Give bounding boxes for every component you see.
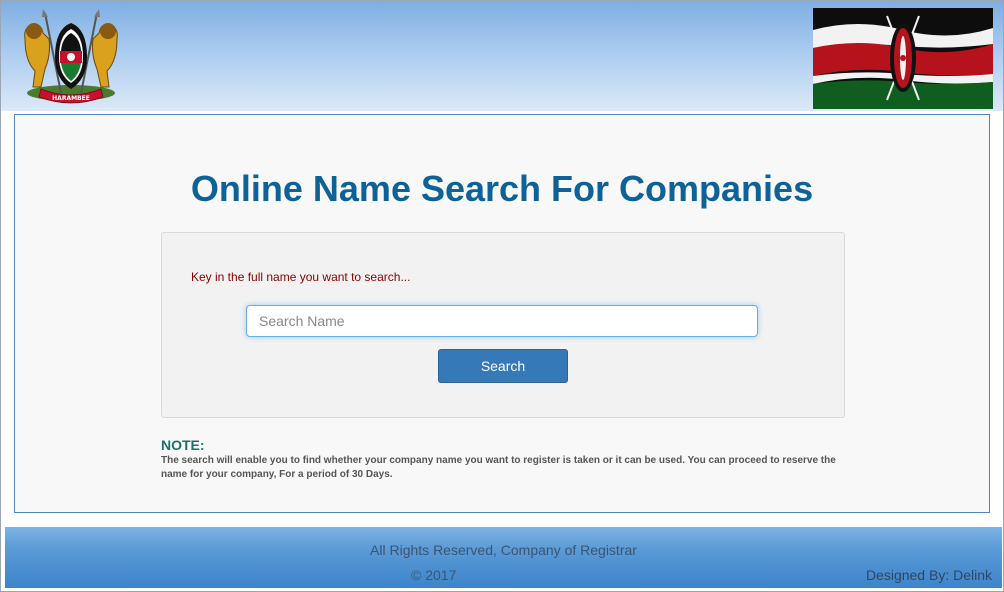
footer: All Rights Reserved, Company of Registra… [5, 527, 1002, 588]
note-heading: NOTE: [161, 437, 205, 453]
search-instruction: Key in the full name you want to search.… [191, 270, 411, 284]
kenya-flag-image [813, 8, 993, 109]
header: HARAMBEE [1, 1, 1003, 111]
footer-designed-by: Designed By: Delink [865, 567, 992, 583]
page-title: Online Name Search For Companies [190, 168, 814, 209]
coat-of-arms-motto: HARAMBEE [52, 95, 90, 102]
search-button[interactable]: Search [438, 349, 568, 383]
search-name-input[interactable] [246, 305, 758, 337]
footer-rights: All Rights Reserved, Company of Registra… [370, 542, 637, 558]
note-text: The search will enable you to find wheth… [161, 455, 836, 480]
footer-copyright: © 2017 [411, 567, 457, 583]
coat-of-arms-logo: HARAMBEE [24, 9, 118, 104]
